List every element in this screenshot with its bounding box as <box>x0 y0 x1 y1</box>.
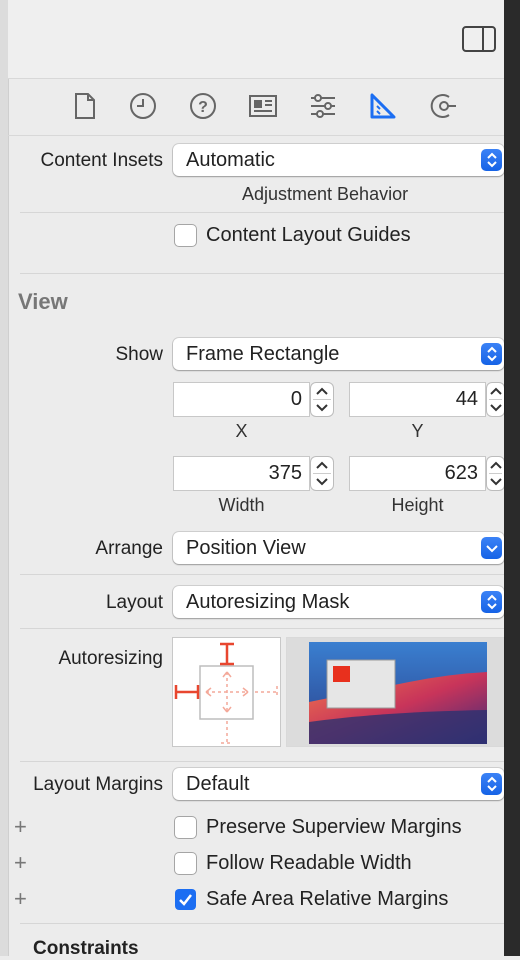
show-popup[interactable]: Frame Rectangle <box>173 338 504 370</box>
popup-chevrons-icon <box>481 149 502 171</box>
quick-help-tab[interactable]: ? <box>188 91 218 121</box>
separator <box>20 923 504 924</box>
layout-margins-label: Layout Margins <box>33 774 163 795</box>
autoresizing-mask-editor[interactable] <box>173 638 280 746</box>
size-inspector-tab[interactable] <box>368 91 398 121</box>
view-section-title: View <box>18 289 68 314</box>
show-value: Frame Rectangle <box>186 343 340 365</box>
x-stepper[interactable] <box>311 383 333 416</box>
stepper-arrows-icon <box>316 461 328 486</box>
y-stepper[interactable] <box>487 383 504 416</box>
follow-readable-width-checkbox[interactable] <box>175 853 196 874</box>
width-stepper[interactable] <box>311 457 333 490</box>
popup-chevrons-icon <box>481 773 502 795</box>
layout-label: Layout <box>105 592 163 613</box>
inspector-header <box>8 0 504 79</box>
constraints-section-title: Constraints <box>33 938 139 959</box>
stepper-arrows-icon <box>316 387 328 412</box>
stepper-arrows-icon <box>490 461 502 486</box>
identity-inspector-tab[interactable] <box>248 91 278 121</box>
size-inspector: Content Insets Automatic Adjustment Beha… <box>8 136 504 959</box>
clock-icon <box>130 93 156 119</box>
height-field[interactable]: 623 <box>350 457 485 490</box>
popup-chevrons-icon <box>481 343 502 365</box>
safe-area-relative-margins-checkbox[interactable] <box>175 889 196 910</box>
content-insets-label: Content Insets <box>40 150 163 171</box>
layout-popup[interactable]: Autoresizing Mask <box>173 586 504 618</box>
right-scrollbar[interactable] <box>504 0 520 956</box>
attributes-inspector-tab[interactable] <box>308 91 338 121</box>
stepper-arrows-icon <box>490 387 502 412</box>
autoresizing-label: Autoresizing <box>58 648 163 669</box>
sliders-icon <box>311 94 335 118</box>
x-caption: X <box>235 421 248 441</box>
x-field[interactable]: 0 <box>174 383 309 416</box>
arrange-label: Arrange <box>95 538 163 559</box>
content-insets-popup[interactable]: Automatic <box>173 144 504 176</box>
content-layout-guides-label: Content Layout Guides <box>206 224 411 246</box>
separator <box>20 628 504 629</box>
layout-margins-value: Default <box>186 773 250 795</box>
autoresizing-preview <box>287 638 504 746</box>
preserve-superview-margins-checkbox[interactable] <box>175 817 196 838</box>
separator <box>20 273 504 274</box>
file-inspector-tab[interactable] <box>70 91 100 121</box>
height-caption: Height <box>391 495 444 515</box>
arrow-circle-icon <box>430 94 456 118</box>
question-icon: ? <box>190 93 216 119</box>
id-card-icon <box>249 95 277 117</box>
y-caption: Y <box>411 421 424 441</box>
content-layout-guides-checkbox[interactable] <box>175 225 196 246</box>
chevron-down-icon <box>481 537 502 559</box>
width-caption: Width <box>218 495 265 515</box>
checkmark-icon <box>179 894 192 906</box>
content-insets-value: Automatic <box>186 149 275 171</box>
layout-value: Autoresizing Mask <box>186 591 350 613</box>
ruler-icon <box>370 93 396 119</box>
connections-inspector-tab[interactable] <box>428 91 458 121</box>
wallpaper-preview-icon <box>309 642 487 744</box>
add-variation-icon[interactable]: + <box>14 886 27 912</box>
add-variation-icon[interactable]: + <box>14 814 27 840</box>
safe-area-relative-margins-label: Safe Area Relative Margins <box>206 888 449 910</box>
height-stepper[interactable] <box>487 457 504 490</box>
autoresizing-springs-icon <box>174 642 278 744</box>
separator <box>20 574 504 575</box>
follow-readable-width-label: Follow Readable Width <box>206 852 412 874</box>
sidebar-toggle-icon[interactable] <box>462 26 496 52</box>
popup-chevrons-icon <box>481 591 502 613</box>
history-inspector-tab[interactable] <box>128 91 158 121</box>
separator <box>20 761 504 762</box>
preserve-superview-margins-label: Preserve Superview Margins <box>206 816 462 838</box>
y-field[interactable]: 44 <box>350 383 485 416</box>
document-icon <box>75 93 95 119</box>
separator <box>20 212 504 213</box>
arrange-value: Position View <box>186 537 306 559</box>
svg-text:?: ? <box>198 99 208 116</box>
adjustment-behavior-caption: Adjustment Behavior <box>242 184 409 204</box>
add-variation-icon[interactable]: + <box>14 850 27 876</box>
inspector-tab-bar: ? <box>8 79 504 136</box>
show-label: Show <box>115 344 163 365</box>
layout-margins-popup[interactable]: Default <box>173 768 504 800</box>
width-field[interactable]: 375 <box>174 457 309 490</box>
arrange-popup[interactable]: Position View <box>173 532 504 564</box>
